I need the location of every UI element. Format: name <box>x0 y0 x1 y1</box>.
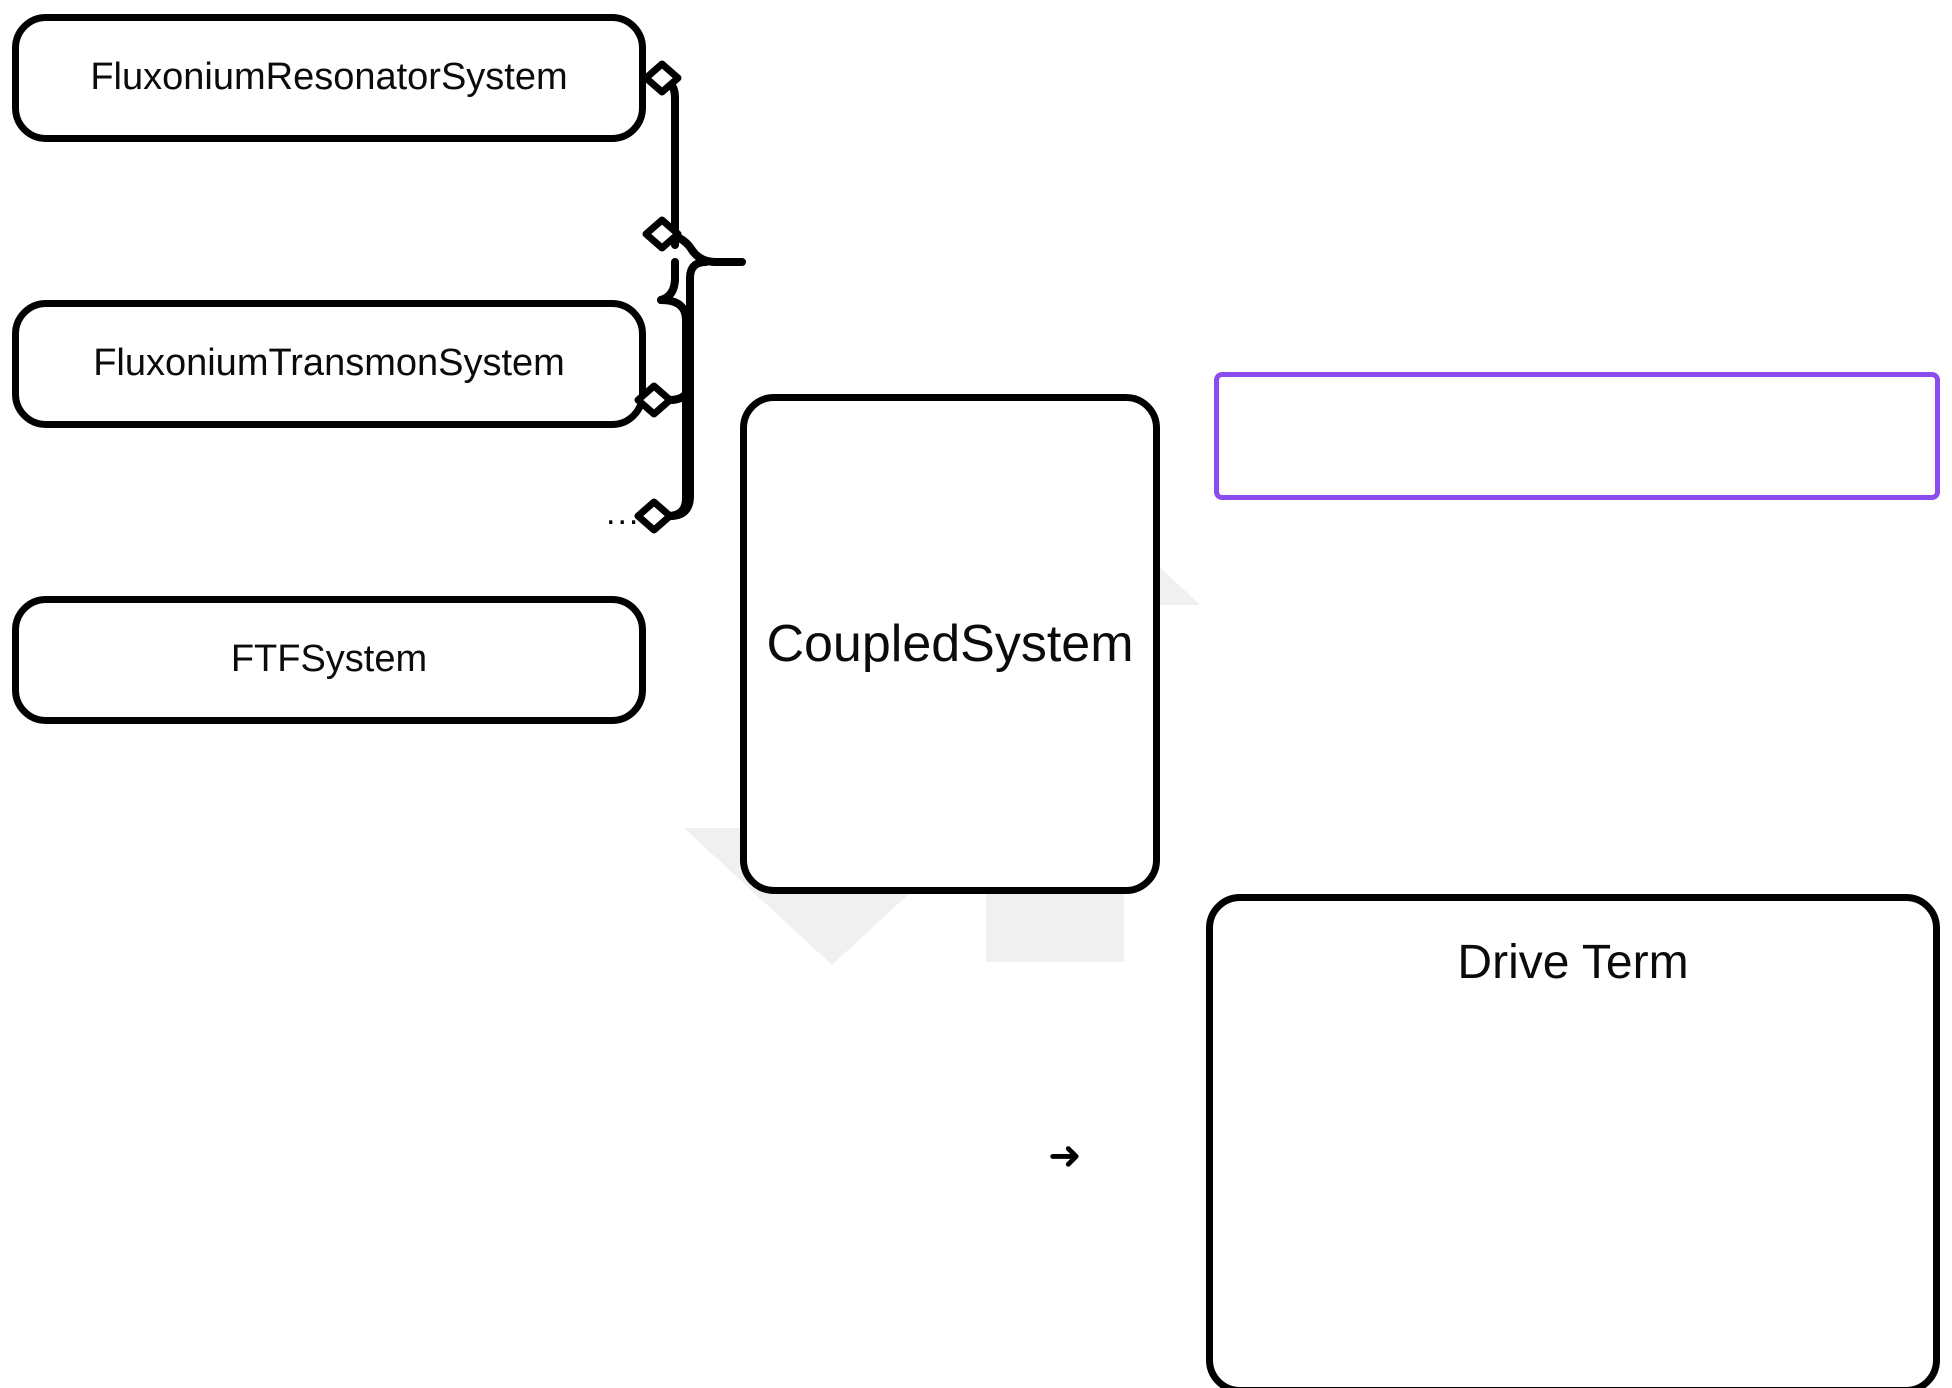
system-box-fluxonium-transmon[interactable]: FluxoniumTransmonSystem <box>12 300 646 428</box>
rail-4 <box>666 296 694 520</box>
diamond-1 <box>642 60 682 96</box>
connector-branch-1 <box>651 74 679 249</box>
diamond-4 <box>634 498 674 534</box>
systems-more-ellipsis: ... <box>606 494 641 532</box>
rail-merge <box>686 258 710 304</box>
diagram-canvas: FluxoniumResonatorSystem FluxoniumTransm… <box>0 0 1952 1388</box>
drive-term-panel: Drive Term <box>1206 894 1940 1388</box>
system-label: FluxoniumTransmonSystem <box>93 342 565 385</box>
system-label: FTFSystem <box>230 638 428 681</box>
rail-3 <box>666 286 694 404</box>
driven-operator-highlight-frame <box>1214 372 1940 500</box>
diamond-2 <box>642 216 682 252</box>
drive-term-title: Drive Term <box>1457 936 1689 989</box>
mcsolve-to-htc-arrow-icon: ➜ <box>1048 1134 1082 1178</box>
connector-branch-2 <box>657 230 744 266</box>
coupled-system-label: CoupledSystem <box>766 614 1134 673</box>
coupled-system-box[interactable]: CoupledSystem <box>740 394 1160 894</box>
system-box-ftf[interactable]: FTFSystem <box>12 596 646 724</box>
system-box-fluxonium-resonator[interactable]: FluxoniumResonatorSystem <box>12 14 646 142</box>
connector-trunk-upper <box>657 258 679 304</box>
system-label: FluxoniumResonatorSystem <box>90 56 568 99</box>
connector-branch-3 <box>657 296 690 520</box>
